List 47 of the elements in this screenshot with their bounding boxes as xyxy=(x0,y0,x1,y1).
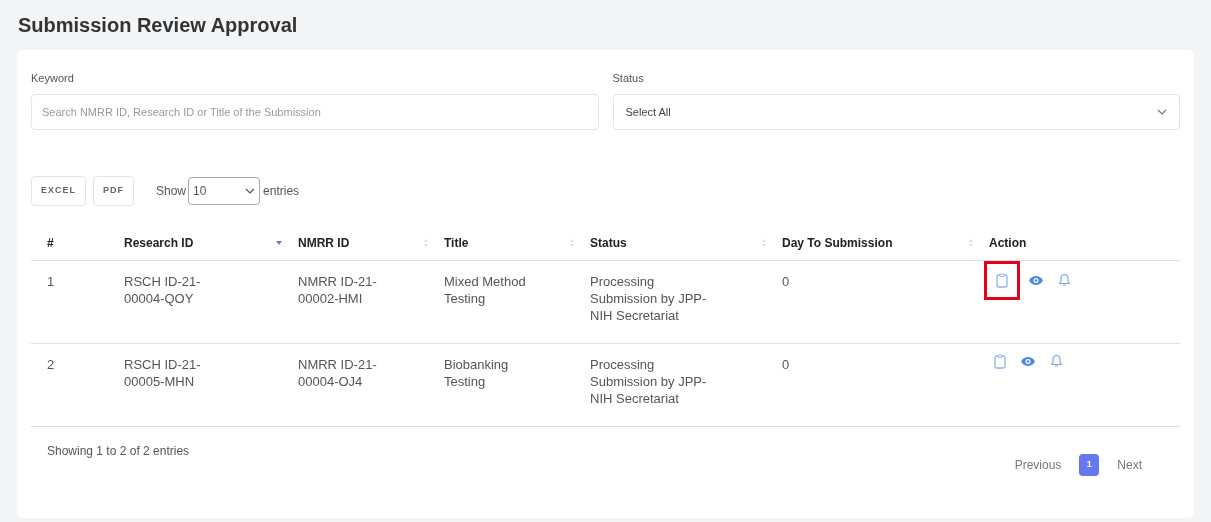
clipboard-icon[interactable] xyxy=(994,353,1006,369)
table-cell-text: Biobanking Testing xyxy=(444,355,510,390)
sort-icon[interactable] xyxy=(570,237,574,248)
field-label: Status xyxy=(612,71,645,86)
sort-icon[interactable] xyxy=(969,237,973,248)
column-header[interactable]: Action xyxy=(989,233,1027,252)
sort-icon[interactable] xyxy=(424,237,428,248)
eye-icon[interactable] xyxy=(1020,355,1036,367)
column-header[interactable]: Status xyxy=(590,233,627,252)
length-label: entries xyxy=(263,183,300,200)
length-label: Show xyxy=(156,183,187,200)
table-cell-text: Processing Submission by JPP-NIH Secretariat xyxy=(590,355,708,407)
table-info: Showing 1 to 2 of 2 entries xyxy=(46,442,190,460)
bell-icon[interactable] xyxy=(1058,273,1071,287)
export-button[interactable]: EXCEL xyxy=(31,176,86,206)
sort-icon[interactable] xyxy=(762,237,766,248)
next-link[interactable]: Next xyxy=(1111,455,1148,474)
bell-icon[interactable] xyxy=(1050,354,1063,368)
sort-descending-icon[interactable] xyxy=(276,240,282,245)
clipboard-icon[interactable] xyxy=(996,272,1008,288)
table-cell-text: Mixed Method Testing xyxy=(444,272,527,307)
status-dropdown[interactable]: Select All xyxy=(612,94,1180,130)
entries-select[interactable]: 10 xyxy=(188,177,261,205)
column-header[interactable]: Research ID xyxy=(124,233,194,252)
table-cell-text: RSCH ID-21-00005-MHN xyxy=(124,355,202,390)
table-cell-text: RSCH ID-21-00004-QOY xyxy=(124,272,202,307)
table-cell-text: NMRR ID-21-00002-HMI xyxy=(298,272,378,307)
table-cell-text: 0 xyxy=(782,272,791,290)
chevron-down-icon xyxy=(1157,109,1167,115)
previous-link[interactable]: Previous xyxy=(1008,455,1068,474)
column-header[interactable]: Title xyxy=(444,233,469,252)
table-cell-text: NMRR ID-21-00004-OJ4 xyxy=(298,355,378,390)
search-field[interactable]: Search NMRR ID, Research ID or Title of the Submission xyxy=(31,94,599,130)
page-button[interactable]: 1 xyxy=(1079,453,1100,476)
dropdown-value: Select All xyxy=(625,104,671,120)
column-header[interactable]: NMRR ID xyxy=(298,233,350,252)
column-header[interactable]: Day To Submission xyxy=(782,233,893,252)
column-header[interactable]: # xyxy=(47,233,54,252)
table-cell-text: 1 xyxy=(47,272,56,290)
eye-icon[interactable] xyxy=(1028,274,1044,286)
chevron-down-icon xyxy=(245,188,256,194)
page-title: Submission Review Approval xyxy=(18,13,299,38)
export-button[interactable]: PDF xyxy=(93,176,134,206)
field-label: Keyword xyxy=(31,71,75,86)
table-cell-text: Processing Submission by JPP-NIH Secretariat xyxy=(590,272,708,324)
table-cell-text: 2 xyxy=(47,355,56,373)
table-cell-text: 0 xyxy=(782,355,791,373)
